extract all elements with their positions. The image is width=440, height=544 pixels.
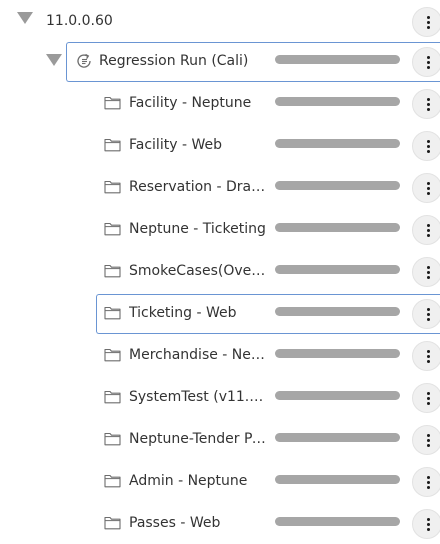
tree-node-folder[interactable]: Ticketing - Web — [0, 292, 440, 334]
more-options-button[interactable] — [412, 299, 440, 329]
node-label: SmokeCases(Overv... — [129, 263, 267, 279]
progress-bar — [275, 475, 400, 484]
tree-node-folder[interactable]: Passes - Web — [0, 502, 440, 544]
tree-node-folder[interactable]: Facility - Web — [0, 124, 440, 166]
more-options-button[interactable] — [412, 509, 440, 539]
more-options-button[interactable] — [412, 341, 440, 371]
triangle-down-icon[interactable] — [17, 12, 33, 24]
refresh-doc-icon — [76, 53, 93, 69]
more-options-button[interactable] — [412, 257, 440, 287]
progress-bar — [275, 307, 400, 316]
progress-bar — [275, 349, 400, 358]
progress-bar — [275, 433, 400, 442]
more-options-button[interactable] — [412, 131, 440, 161]
tree-node-root[interactable]: 11.0.0.60 — [0, 0, 440, 42]
progress-bar — [275, 391, 400, 400]
progress-bar — [275, 97, 400, 106]
progress-bar — [275, 139, 400, 148]
progress-bar — [275, 55, 400, 64]
tree-node-folder[interactable]: Merchandise - Nep... — [0, 334, 440, 376]
tree-node-folder[interactable]: SmokeCases(Overv... — [0, 250, 440, 292]
node-label: Facility - Web — [129, 137, 222, 153]
tree-node-folder[interactable]: Neptune - Ticketing — [0, 208, 440, 250]
tree-node-folder[interactable]: Admin - Neptune — [0, 460, 440, 502]
folder-icon — [104, 515, 121, 531]
progress-bar — [275, 265, 400, 274]
node-label: 11.0.0.60 — [46, 13, 113, 29]
folder-icon — [104, 347, 121, 363]
folder-icon — [104, 305, 121, 321]
tree-node-folder[interactable]: SystemTest (v11.0.0.... — [0, 376, 440, 418]
more-options-button[interactable] — [412, 383, 440, 413]
tree-node-folder[interactable]: Reservation - Drawi... — [0, 166, 440, 208]
node-label: Ticketing - Web — [129, 305, 237, 321]
tree-node-folder[interactable]: Facility - Neptune — [0, 82, 440, 124]
more-options-button[interactable] — [412, 7, 440, 37]
node-label: Merchandise - Nep... — [129, 347, 267, 363]
node-label: SystemTest (v11.0.0.... — [129, 389, 267, 405]
progress-bar — [275, 517, 400, 526]
folder-icon — [104, 263, 121, 279]
folder-icon — [104, 95, 121, 111]
folder-icon — [104, 179, 121, 195]
folder-icon — [104, 431, 121, 447]
node-label: Admin - Neptune — [129, 473, 248, 489]
node-label: Neptune-Tender Pa... — [129, 431, 267, 447]
progress-bar — [275, 223, 400, 232]
triangle-down-icon[interactable] — [46, 54, 62, 66]
progress-bar — [275, 181, 400, 190]
node-label: Facility - Neptune — [129, 95, 252, 111]
node-label: Passes - Web — [129, 515, 221, 531]
more-options-button[interactable] — [412, 467, 440, 497]
tree-node-folder[interactable]: Neptune-Tender Pa... — [0, 418, 440, 460]
more-options-button[interactable] — [412, 89, 440, 119]
folder-icon — [104, 473, 121, 489]
more-options-button[interactable] — [412, 173, 440, 203]
node-label: Reservation - Drawi... — [129, 179, 267, 195]
folder-icon — [104, 389, 121, 405]
node-label: Neptune - Ticketing — [129, 221, 266, 237]
node-label: Regression Run (Cali) — [99, 53, 249, 69]
folder-icon — [104, 221, 121, 237]
tree-node-run[interactable]: Regression Run (Cali) — [0, 40, 440, 82]
more-options-button[interactable] — [412, 215, 440, 245]
folder-icon — [104, 137, 121, 153]
more-options-button[interactable] — [412, 47, 440, 77]
more-options-button[interactable] — [412, 425, 440, 455]
